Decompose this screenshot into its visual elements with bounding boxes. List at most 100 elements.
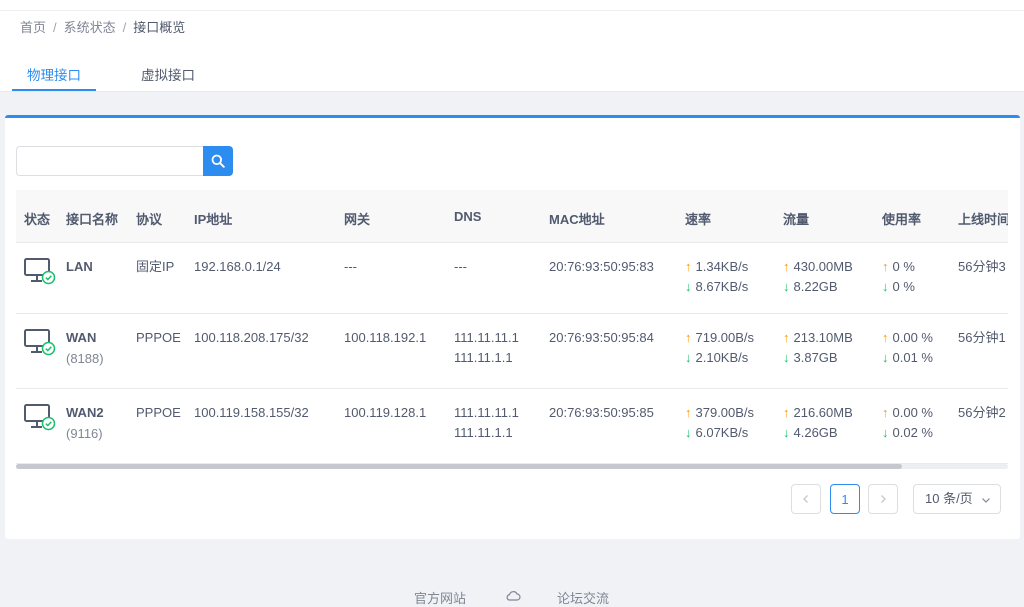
search-input[interactable]: [16, 146, 204, 176]
gateway: ---: [344, 259, 357, 274]
search-button[interactable]: [203, 146, 233, 176]
arrow-down-icon: ↓: [783, 425, 790, 440]
rate-up: ↑ 1.34KB/s: [685, 257, 748, 277]
ip-address: 100.118.208.175/32: [194, 330, 309, 345]
usage-down-value: 0.02 %: [892, 425, 933, 440]
page-size-select[interactable]: 10 条/页: [913, 484, 1001, 514]
interface-name-sub: (8188): [66, 351, 104, 366]
col-traffic: 流量: [783, 212, 810, 227]
arrow-down-icon: ↓: [882, 350, 889, 365]
traffic-down-value: 4.26GB: [793, 425, 838, 440]
search-icon: [211, 154, 225, 168]
horizontal-scrollbar[interactable]: [16, 464, 1008, 469]
chevron-down-icon: [981, 485, 991, 513]
arrow-up-icon: ↑: [882, 405, 889, 420]
col-online-time: 上线时间: [958, 212, 1008, 227]
col-protocol: 协议: [136, 212, 163, 227]
ip-address: 100.119.158.155/32: [194, 405, 309, 420]
status-icon: [24, 257, 56, 291]
arrow-down-icon: ↓: [783, 350, 790, 365]
traffic-down-value: 8.22GB: [793, 279, 838, 294]
mac-address: 20:76:93:50:95:85: [549, 405, 654, 420]
monitor-connected-icon: [24, 329, 56, 356]
col-interface-name: 接口名称: [66, 212, 119, 227]
footer-official-site-link[interactable]: 官方网站: [414, 588, 466, 607]
dns-primary: 111.11.11.1: [454, 405, 519, 420]
tab-virtual-interface[interactable]: 虚拟接口: [141, 64, 195, 84]
dns-secondary: 111.11.1.1: [454, 425, 513, 440]
table-row: WAN2 (9116) PPPOE 100.119.158.155/32 100…: [16, 389, 1008, 464]
dns-primary: 111.11.11.1: [454, 330, 519, 345]
col-status: 状态: [24, 212, 51, 227]
arrow-up-icon: ↑: [685, 259, 692, 274]
col-ip-address: IP地址: [194, 212, 233, 227]
mac-address: 20:76:93:50:95:84: [549, 330, 654, 345]
arrow-up-icon: ↑: [882, 330, 889, 345]
interface-table: 状态 接口名称 协议 IP地址 网关 DNS MAC地址 速率 流量 使用率 上…: [16, 190, 1008, 467]
rate-up: ↑ 719.00B/s: [685, 328, 754, 348]
traffic-down-value: 3.87GB: [793, 350, 838, 365]
arrow-down-icon: ↓: [783, 279, 790, 294]
monitor-connected-icon: [24, 404, 56, 431]
rate-up-value: 379.00B/s: [695, 405, 755, 420]
page-number-button[interactable]: 1: [830, 484, 860, 514]
traffic-down: ↓ 8.22GB: [783, 277, 838, 297]
protocol: PPPOE: [136, 405, 181, 420]
interface-name: WAN: [66, 330, 97, 345]
traffic-up-value: 213.10MB: [793, 330, 853, 345]
ip-address: 192.168.0.1/24: [194, 259, 281, 274]
divider: [0, 10, 1024, 11]
arrow-down-icon: ↓: [685, 350, 692, 365]
status-icon: [24, 403, 56, 437]
usage-up: ↑ 0.00 %: [882, 328, 933, 348]
breadcrumb: 首页 / 系统状态 / 接口概览: [20, 17, 185, 36]
traffic-down: ↓ 3.87GB: [783, 348, 838, 368]
chevron-left-icon: [803, 495, 808, 503]
cloud-icon: [505, 590, 521, 605]
usage-down: ↓ 0.01 %: [882, 348, 933, 368]
chevron-right-icon: [881, 495, 886, 503]
rate-down-value: 6.07KB/s: [695, 425, 749, 440]
table-row: LAN 固定IP 192.168.0.1/24 --- --- 20:76:93…: [16, 243, 1008, 314]
arrow-up-icon: ↑: [783, 405, 790, 420]
prev-page-button[interactable]: [791, 484, 821, 514]
usage-up: ↑ 0 %: [882, 257, 915, 277]
rate-up-value: 1.34KB/s: [695, 259, 749, 274]
usage-down: ↓ 0 %: [882, 277, 915, 297]
traffic-up-value: 430.00MB: [793, 259, 853, 274]
traffic-down: ↓ 4.26GB: [783, 423, 838, 443]
protocol: PPPOE: [136, 330, 181, 345]
interface-card: 状态 接口名称 协议 IP地址 网关 DNS MAC地址 速率 流量 使用率 上…: [5, 115, 1020, 539]
arrow-down-icon: ↓: [685, 279, 692, 294]
interface-name: WAN2: [66, 405, 104, 420]
usage-down-value: 0 %: [892, 279, 915, 294]
arrow-up-icon: ↑: [685, 330, 692, 345]
gateway: 100.119.128.1: [344, 405, 427, 420]
arrow-down-icon: ↓: [882, 279, 889, 294]
search-group: [16, 146, 233, 176]
rate-down: ↓ 2.10KB/s: [685, 348, 748, 368]
breadcrumb-current: 接口概览: [133, 20, 186, 35]
usage-up-value: 0 %: [892, 259, 915, 274]
monitor-connected-icon: [24, 258, 56, 285]
footer-forum-link[interactable]: 论坛交流: [557, 588, 609, 607]
rate-down-value: 2.10KB/s: [695, 350, 749, 365]
breadcrumb-home[interactable]: 首页: [20, 20, 46, 35]
protocol: 固定IP: [136, 259, 175, 274]
tab-physical-interface[interactable]: 物理接口: [27, 64, 81, 84]
rate-down: ↓ 6.07KB/s: [685, 423, 748, 443]
top-panel: 首页 / 系统状态 / 接口概览 物理接口 虚拟接口: [0, 0, 1024, 92]
table-row: WAN (8188) PPPOE 100.118.208.175/32 100.…: [16, 314, 1008, 389]
arrow-down-icon: ↓: [685, 425, 692, 440]
col-dns: DNS: [454, 209, 482, 224]
dns-primary: ---: [454, 259, 467, 274]
usage-up: ↑ 0.00 %: [882, 403, 933, 423]
traffic-up: ↑ 430.00MB: [783, 257, 853, 277]
next-page-button[interactable]: [868, 484, 898, 514]
col-usage: 使用率: [882, 212, 922, 227]
scrollbar-thumb[interactable]: [16, 464, 902, 469]
breadcrumb-system-status[interactable]: 系统状态: [64, 20, 116, 35]
usage-up-value: 0.00 %: [892, 330, 933, 345]
usage-up-value: 0.00 %: [892, 405, 933, 420]
table-header: 状态 接口名称 协议 IP地址 网关 DNS MAC地址 速率 流量 使用率 上…: [16, 190, 1008, 243]
